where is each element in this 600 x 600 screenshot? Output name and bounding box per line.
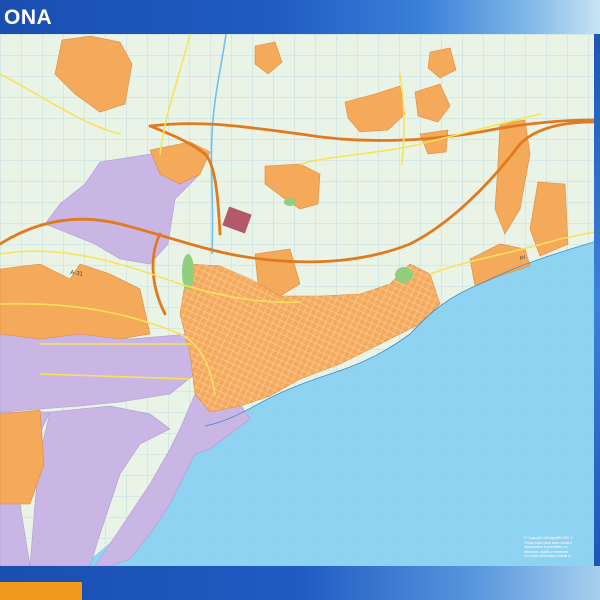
park-area [284, 198, 296, 206]
map-canvas[interactable]: A-31 AV [0, 34, 594, 566]
title-band: ONA [0, 0, 600, 34]
frame-right-stripe [594, 34, 600, 566]
map-frame: ONA A-31 AV © Copyright Ultimapsis® 1997… [0, 0, 600, 600]
copyright-line: For more information consult w [524, 554, 571, 559]
park-area [395, 267, 413, 283]
bottom-band [0, 566, 600, 600]
map-title: ONA [4, 6, 53, 29]
copyright-notice: © Copyright Ultimapsis® 1997-2 These map… [524, 536, 590, 559]
accent-tab [0, 582, 82, 600]
